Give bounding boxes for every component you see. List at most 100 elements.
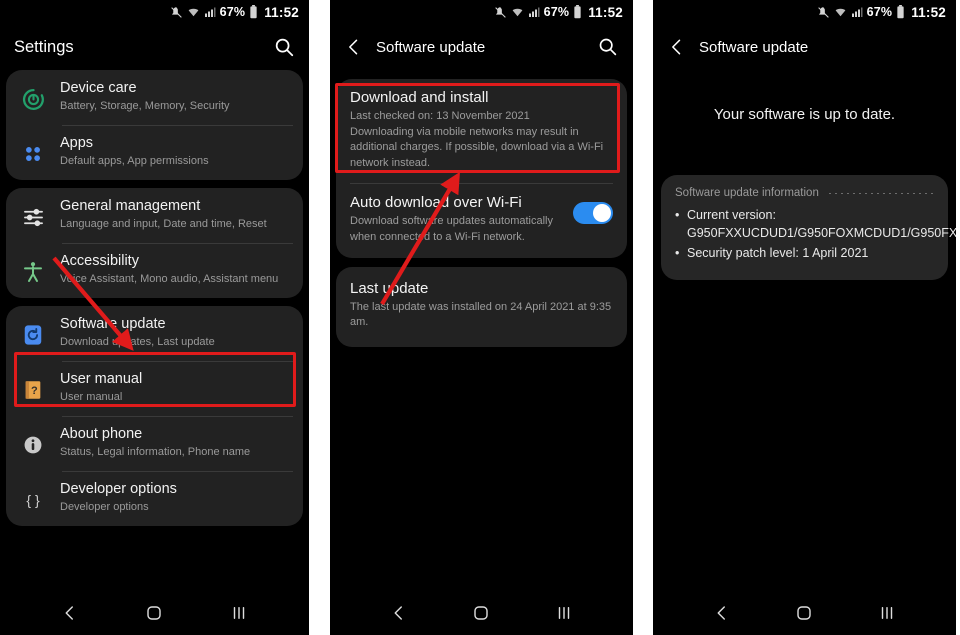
- nav-recents-icon[interactable]: [878, 604, 896, 622]
- battery-icon: [249, 5, 258, 19]
- download-and-install-note: Downloading via mobile networks may resu…: [350, 125, 604, 169]
- settings-group-3: Software update Download updates, Last u…: [6, 306, 303, 526]
- sidebar-item-accessibility[interactable]: Accessibility Voice Assistant, Mono audi…: [6, 243, 303, 298]
- download-and-install-title: Download and install: [350, 89, 489, 106]
- svg-text:{ }: { }: [26, 492, 40, 508]
- last-update-title: Last update: [350, 279, 429, 297]
- sidebar-item-about-phone[interactable]: About phone Status, Legal information, P…: [6, 416, 303, 471]
- user-manual-icon: ?: [16, 373, 50, 407]
- clock: 11:52: [911, 4, 946, 20]
- list-item-title: Apps: [60, 135, 94, 151]
- software-update-information-card: Software update information Current vers…: [661, 175, 956, 281]
- auto-download-toggle[interactable]: [573, 202, 613, 225]
- wifi-icon: [511, 6, 524, 19]
- nav-home-icon[interactable]: [145, 604, 163, 622]
- list-item: Security patch level: 1 April 2021: [675, 244, 934, 262]
- signal-bars-icon: [204, 6, 216, 18]
- about-phone-icon: [16, 428, 50, 462]
- search-icon[interactable]: [273, 36, 295, 58]
- download-and-install-lastchecked: Last checked on: 13 November 2021: [350, 110, 530, 122]
- download-and-install-item[interactable]: Download and install Last checked on: 13…: [336, 79, 627, 183]
- back-chevron-icon[interactable]: [344, 37, 364, 57]
- list-item: Current version: G950FXXUCDUD1/G950FOXMC…: [675, 206, 956, 242]
- list-item-subtitle: Developer options: [60, 501, 149, 514]
- auto-download-item[interactable]: Auto download over Wi-Fi Download softwa…: [336, 184, 627, 257]
- accessibility-icon: [16, 255, 50, 289]
- last-update-card: Last update The last update was installe…: [336, 266, 627, 347]
- battery-percent: 67%: [866, 5, 893, 19]
- list-item-subtitle: Battery, Storage, Memory, Security: [60, 100, 230, 113]
- auto-download-title: Auto download over Wi-Fi: [350, 194, 522, 212]
- list-item-title: User manual: [60, 371, 143, 387]
- signal-bars-icon: [528, 6, 540, 18]
- last-update-item[interactable]: Last update The last update was installe…: [336, 267, 627, 347]
- nav-back-icon[interactable]: [390, 604, 408, 622]
- page-title: Settings: [14, 37, 74, 56]
- sidebar-item-developer-options[interactable]: { } Developer options Developer options: [6, 471, 303, 526]
- system-nav-bar: [653, 591, 956, 635]
- bell-off-icon: [170, 6, 183, 19]
- phone-screen-settings: 67% 11:52 Settings Device care Battery, …: [0, 0, 309, 635]
- dotted-divider: [828, 192, 934, 194]
- software-update-app-bar: Software update: [330, 24, 633, 70]
- phone-screen-up-to-date: 67% 11:52 Software update Your software …: [653, 0, 956, 635]
- up-to-date-message: Your software is up to date.: [713, 106, 896, 123]
- sliders-icon: [16, 200, 50, 234]
- clock: 11:52: [264, 4, 299, 20]
- list-item-title: About phone: [60, 426, 143, 442]
- system-nav-bar: [0, 591, 309, 635]
- list-item-subtitle: Status, Legal information, Phone name: [60, 446, 251, 459]
- bell-off-icon: [817, 6, 830, 19]
- system-nav-bar: [330, 591, 633, 635]
- wifi-icon: [187, 6, 200, 19]
- last-update-subtitle: The last update was installed on 24 Apri…: [350, 300, 612, 329]
- battery-icon: [896, 5, 905, 19]
- list-item-title: Accessibility: [60, 253, 139, 269]
- update-actions-card: Download and install Last checked on: 13…: [336, 79, 627, 258]
- settings-group-2: General management Language and input, D…: [6, 188, 303, 298]
- apps-grid-icon: [16, 137, 50, 171]
- nav-recents-icon[interactable]: [230, 604, 248, 622]
- nav-back-icon[interactable]: [61, 604, 79, 622]
- list-item-subtitle: User manual: [60, 391, 123, 404]
- phone-screen-software-update: 67% 11:52 Software update Download and i…: [330, 0, 633, 635]
- info-header-label: Software update information: [675, 187, 819, 199]
- search-icon[interactable]: [597, 36, 619, 58]
- nav-back-icon[interactable]: [713, 604, 731, 622]
- battery-percent: 67%: [219, 5, 246, 19]
- list-item-title: Device care: [60, 80, 137, 96]
- battery-percent: 67%: [543, 5, 570, 19]
- sidebar-item-device-care[interactable]: Device care Battery, Storage, Memory, Se…: [6, 70, 303, 125]
- software-update-app-bar: Software update: [653, 24, 956, 70]
- list-item-subtitle: Download updates, Last update: [60, 336, 215, 349]
- sidebar-item-general-management[interactable]: General management Language and input, D…: [6, 188, 303, 243]
- screenshot-stage: 67% 11:52 Settings Device care Battery, …: [0, 0, 960, 635]
- toggle-knob: [593, 204, 611, 223]
- sidebar-item-software-update[interactable]: Software update Download updates, Last u…: [6, 306, 303, 361]
- status-bar: 67% 11:52: [0, 0, 309, 24]
- settings-app-bar: Settings: [0, 24, 309, 70]
- battery-icon: [573, 5, 582, 19]
- settings-group-1: Device care Battery, Storage, Memory, Se…: [6, 70, 303, 180]
- nav-home-icon[interactable]: [472, 604, 490, 622]
- info-card-header: Software update information: [675, 187, 934, 199]
- sidebar-item-user-manual[interactable]: ? User manual User manual: [6, 361, 303, 416]
- info-bullet-list: Current version: G950FXXUCDUD1/G950FOXMC…: [675, 206, 956, 263]
- page-title: Software update: [376, 38, 486, 56]
- list-item-subtitle: Language and input, Date and time, Reset: [60, 218, 267, 231]
- wifi-icon: [834, 6, 847, 19]
- list-item-subtitle: Default apps, App permissions: [60, 155, 209, 168]
- list-item-title: Software update: [60, 316, 166, 332]
- status-bar: 67% 11:52: [330, 0, 633, 24]
- sidebar-item-apps[interactable]: Apps Default apps, App permissions: [6, 125, 303, 180]
- back-chevron-icon[interactable]: [667, 37, 687, 57]
- bell-off-icon: [494, 6, 507, 19]
- status-bar: 67% 11:52: [653, 0, 956, 24]
- svg-text:?: ?: [31, 385, 38, 397]
- software-update-icon: [16, 318, 50, 352]
- signal-bars-icon: [851, 6, 863, 18]
- nav-home-icon[interactable]: [795, 604, 813, 622]
- clock: 11:52: [588, 4, 623, 20]
- nav-recents-icon[interactable]: [555, 604, 573, 622]
- list-item-title: General management: [60, 198, 201, 214]
